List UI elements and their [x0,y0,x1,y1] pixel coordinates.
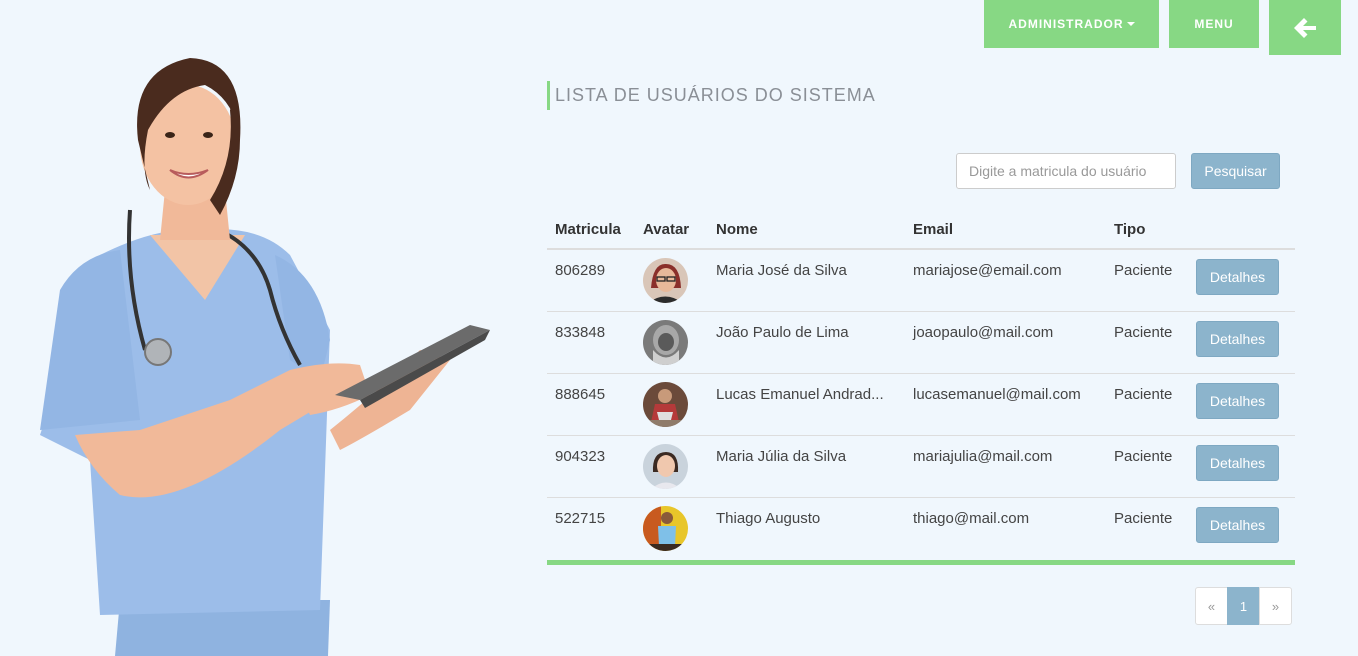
table-row: 806289 Maria José da Silva mariajose@ema… [547,250,1295,312]
search-button[interactable]: Pesquisar [1191,153,1280,189]
table-row: 522715 Thiago Augusto thiago@mail.com Pa… [547,498,1295,560]
pagination-page-1[interactable]: 1 [1227,587,1260,625]
details-button[interactable]: Detalhes [1196,507,1279,543]
cell-tipo: Paciente [1114,324,1173,341]
avatar [643,258,688,303]
back-button[interactable] [1269,0,1341,55]
column-header-matricula: Matricula [555,220,621,238]
details-button[interactable]: Detalhes [1196,445,1279,481]
table-row: 888645 Lucas Emanuel Andrad... lucaseman… [547,374,1295,436]
cell-email: lucasemanuel@mail.com [913,386,1081,403]
menu-button[interactable]: MENU [1169,0,1259,48]
table-bottom-border [547,560,1295,565]
cell-nome: João Paulo de Lima [716,324,849,341]
administrator-dropdown-button[interactable]: ADMINISTRADOR [984,0,1159,48]
cell-nome: Lucas Emanuel Andrad... [716,386,884,403]
cell-tipo: Paciente [1114,448,1173,465]
cell-email: mariajose@email.com [913,262,1062,279]
pagination-next[interactable]: » [1259,587,1292,625]
cell-email: mariajulia@mail.com [913,448,1053,465]
nurse-illustration [40,58,490,656]
avatar [643,444,688,489]
cell-matricula: 806289 [555,262,606,279]
table-row: 833848 João Paulo de Lima joaopaulo@mail… [547,312,1295,374]
table-row: 904323 Maria Júlia da Silva mariajulia@m… [547,436,1295,498]
administrator-label: ADMINISTRADOR [1008,17,1124,31]
table-header: Matricula Avatar Nome Email Tipo [547,210,1295,250]
column-header-tipo: Tipo [1114,220,1146,238]
users-table: Matricula Avatar Nome Email Tipo 806289 … [547,210,1295,560]
arrow-left-icon [1294,17,1316,38]
cell-tipo: Paciente [1114,510,1173,527]
column-header-email: Email [913,220,954,238]
caret-down-icon [1126,22,1135,26]
details-button[interactable]: Detalhes [1196,259,1279,295]
cell-matricula: 904323 [555,448,606,465]
page-title: LISTA DE USUÁRIOS DO SISTEMA [547,81,876,110]
cell-matricula: 522715 [555,510,606,527]
menu-label: MENU [1194,17,1234,31]
details-button[interactable]: Detalhes [1196,321,1279,357]
cell-nome: Maria Júlia da Silva [716,448,847,465]
pagination: « 1 » [1195,587,1292,625]
cell-tipo: Paciente [1114,386,1173,403]
page: ADMINISTRADOR MENU LISTA DE USUÁRIOS DO … [0,0,1358,656]
cell-tipo: Paciente [1114,262,1173,279]
avatar [643,320,688,365]
cell-matricula: 888645 [555,386,606,403]
cell-nome: Thiago Augusto [716,510,821,527]
column-header-avatar: Avatar [643,220,690,238]
cell-nome: Maria José da Silva [716,262,847,279]
cell-email: thiago@mail.com [913,510,1030,527]
search-input[interactable] [956,153,1176,189]
cell-email: joaopaulo@mail.com [913,324,1054,341]
avatar [643,382,688,427]
column-header-nome: Nome [716,220,758,238]
details-button[interactable]: Detalhes [1196,383,1279,419]
pagination-prev[interactable]: « [1195,587,1228,625]
avatar [643,506,688,551]
cell-matricula: 833848 [555,324,606,341]
